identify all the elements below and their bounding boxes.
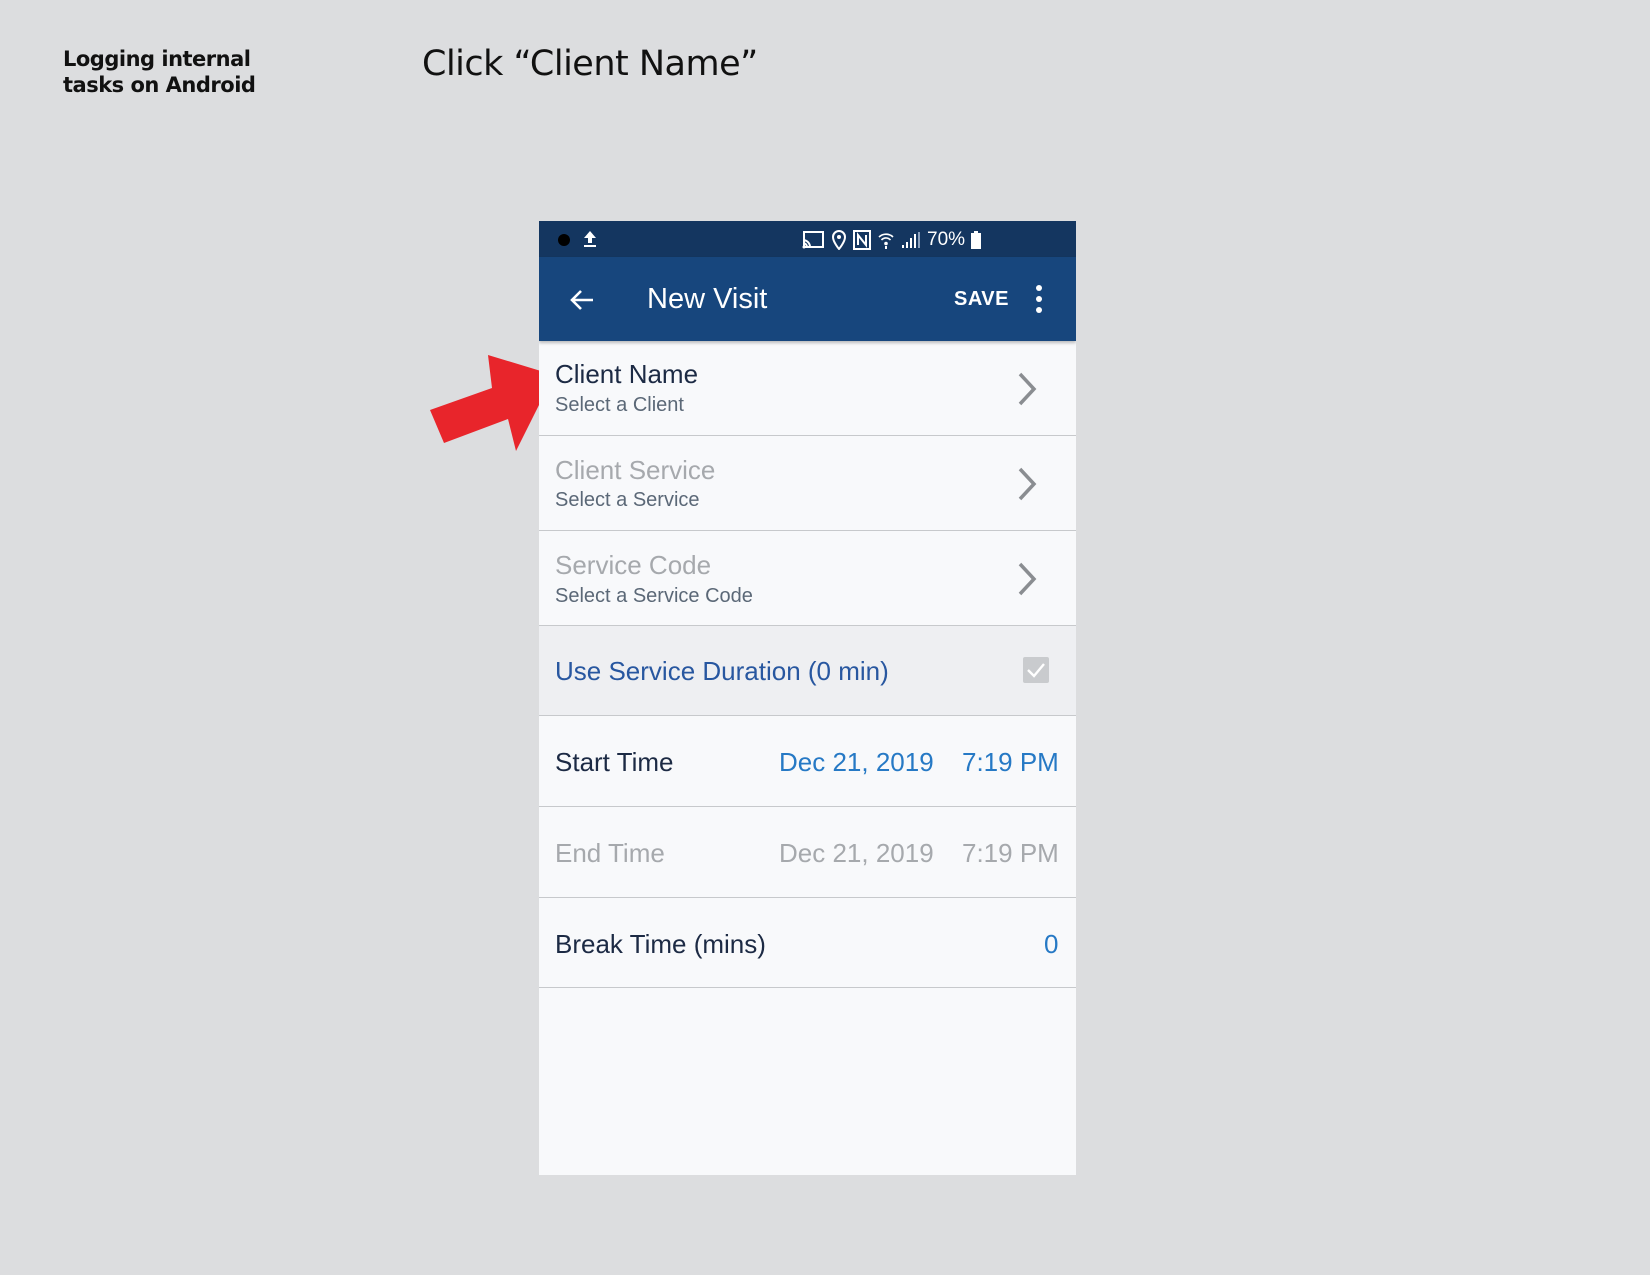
use-service-duration-checkbox[interactable] (1023, 657, 1049, 683)
break-time-row[interactable]: Break Time (mins) 0 (539, 898, 1076, 988)
slide-title-line-1: Logging internal (63, 47, 251, 71)
app-bar: New Visit SAVE (539, 257, 1076, 341)
instruction-text: Click “Client Name” (422, 44, 758, 84)
service-code-row[interactable]: Service Code Select a Service Code (539, 531, 1076, 626)
location-icon (831, 230, 847, 250)
break-time-value[interactable]: 0 (1044, 929, 1058, 960)
service-code-label: Service Code (555, 550, 712, 580)
back-arrow-icon[interactable] (567, 285, 597, 315)
client-service-label: Client Service (555, 455, 716, 485)
end-time-label: End Time (555, 838, 665, 868)
page-title: New Visit (647, 283, 768, 315)
more-options-icon[interactable] (1033, 284, 1045, 314)
client-service-subtitle: Select a Service (555, 489, 700, 511)
chevron-right-icon (1018, 467, 1037, 501)
use-service-duration-label: Use Service Duration (0 min) (555, 656, 889, 686)
start-time-value[interactable]: 7:19 PM (962, 747, 1059, 778)
status-icons: 70% (801, 229, 982, 251)
client-service-row[interactable]: Client Service Select a Service (539, 436, 1076, 531)
cast-icon (802, 231, 824, 249)
service-code-subtitle: Select a Service Code (555, 585, 753, 607)
upload-icon (584, 231, 596, 247)
use-service-duration-row[interactable]: Use Service Duration (0 min) (539, 626, 1076, 716)
slide-title: Logging internal tasks on Android (63, 46, 256, 98)
annotation-arrow-icon (430, 355, 554, 451)
client-name-row[interactable]: Client Name Select a Client (539, 341, 1076, 436)
start-date-value[interactable]: Dec 21, 2019 (779, 747, 934, 778)
phone-screen: 70% New Visit SAVE Client Name Select a … (539, 221, 1076, 1175)
battery-percent: 70% (927, 229, 966, 250)
start-time-label: Start Time (555, 747, 674, 777)
slide-title-line-2: tasks on Android (63, 73, 256, 97)
client-name-subtitle: Select a Client (555, 394, 684, 416)
end-time-value[interactable]: 7:19 PM (962, 838, 1059, 869)
end-date-value[interactable]: Dec 21, 2019 (779, 838, 934, 869)
end-time-row: End Time Dec 21, 2019 7:19 PM (539, 807, 1076, 898)
checkmark-icon (1027, 663, 1045, 678)
nfc-icon (853, 230, 871, 250)
chevron-right-icon (1018, 372, 1037, 406)
wifi-icon (878, 233, 894, 249)
client-name-label: Client Name (555, 359, 699, 389)
break-time-label: Break Time (mins) (555, 929, 766, 959)
signal-icon (902, 232, 920, 248)
start-time-row: Start Time Dec 21, 2019 7:19 PM (539, 716, 1076, 807)
notification-dot-icon (558, 234, 570, 246)
chevron-right-icon (1018, 562, 1037, 596)
battery-icon (971, 231, 982, 249)
save-button[interactable]: SAVE (954, 288, 1009, 311)
status-bar: 70% (539, 221, 1076, 257)
